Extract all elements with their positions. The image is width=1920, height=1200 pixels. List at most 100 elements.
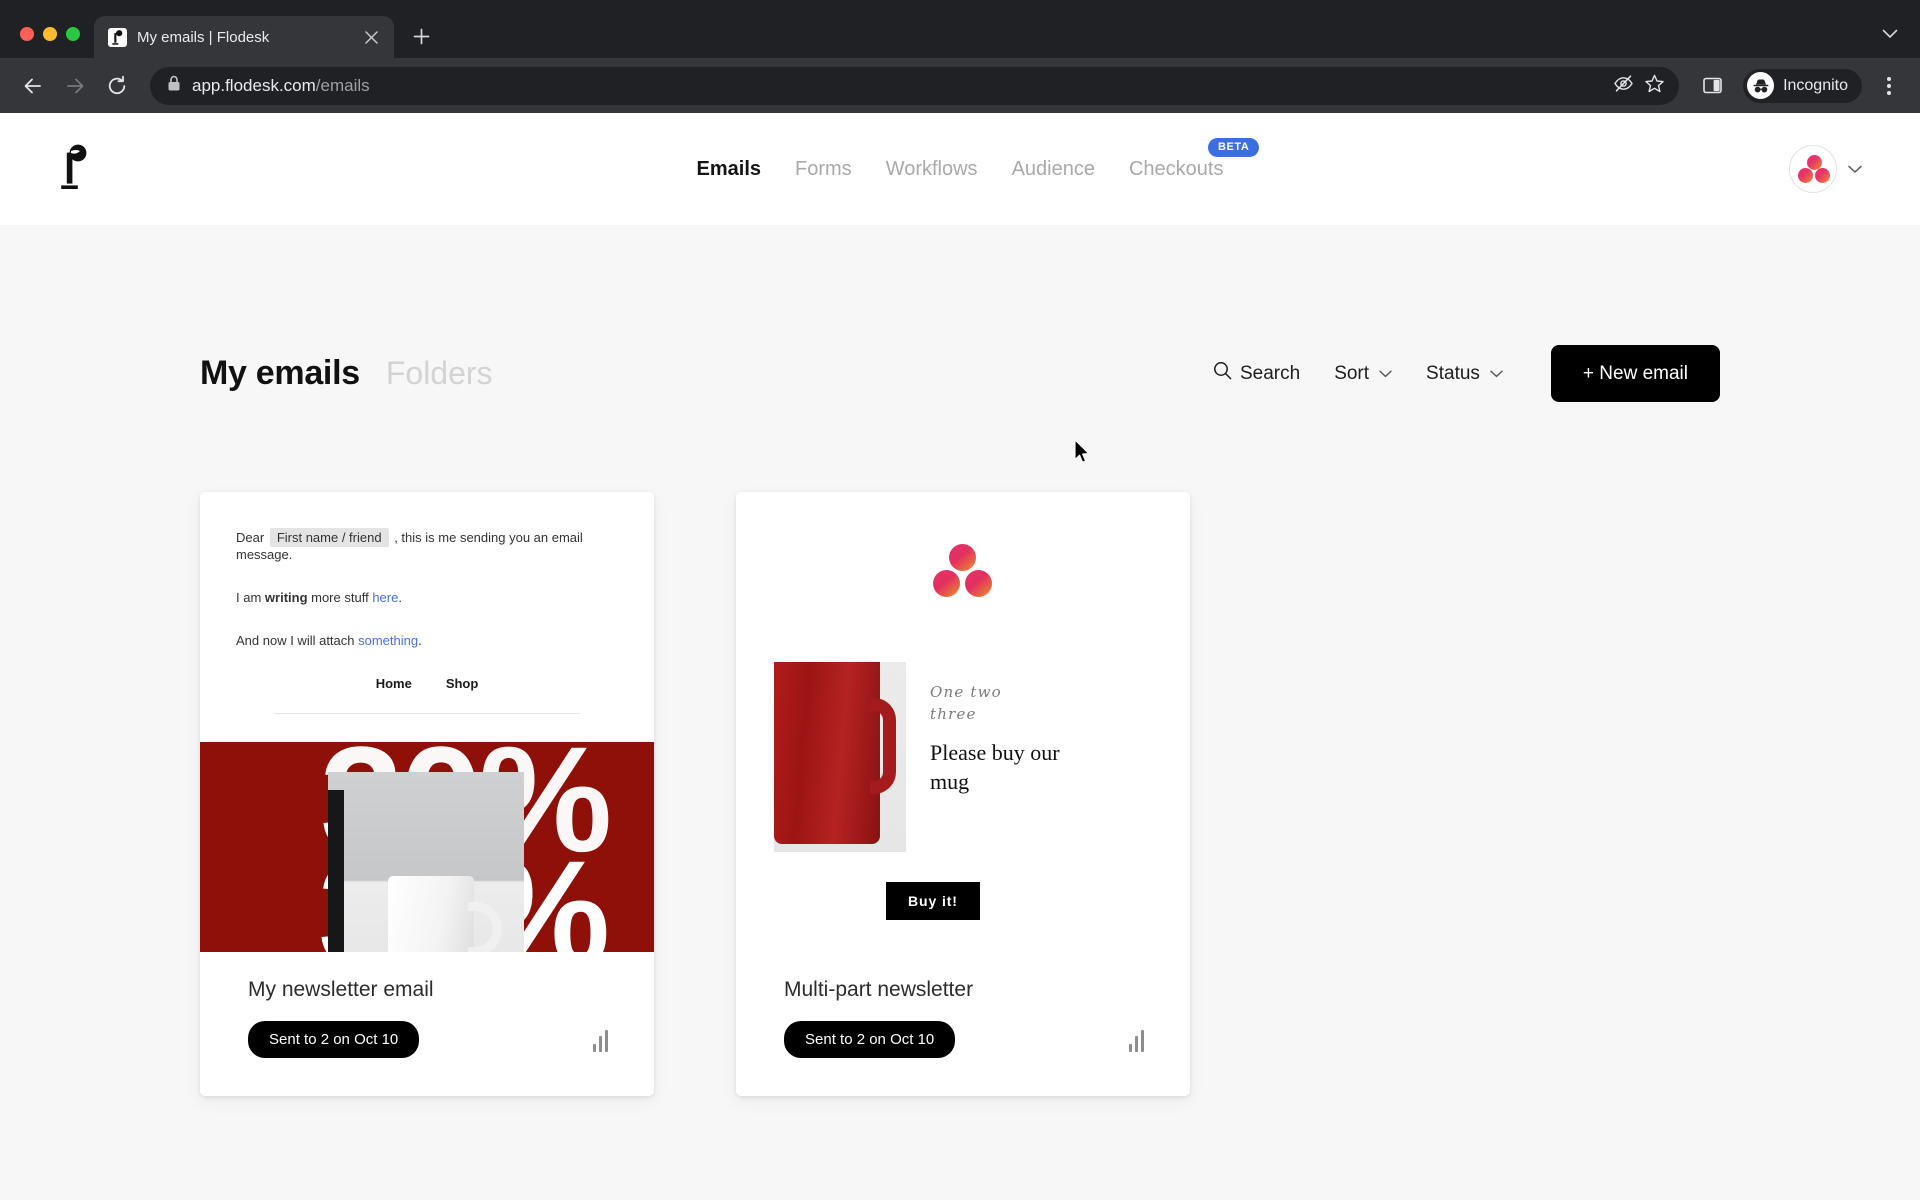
- email-card-footer: Multi-part newsletter Sent to 2 on Oct 1…: [736, 952, 1190, 1096]
- page-tabs: My emails Folders: [200, 354, 493, 393]
- white-mug: [388, 875, 474, 952]
- eye-off-icon[interactable]: [1613, 73, 1634, 99]
- chevron-down-icon[interactable]: [1882, 27, 1920, 58]
- page-title: My emails: [200, 354, 360, 392]
- back-arrow-icon[interactable]: [14, 67, 52, 105]
- nav-item-checkouts[interactable]: Checkouts BETA: [1128, 137, 1260, 181]
- search-icon: [1213, 361, 1232, 386]
- close-window-button[interactable]: [20, 27, 34, 41]
- chevron-down-icon: [1490, 367, 1503, 381]
- bar-chart-icon[interactable]: [593, 1030, 608, 1052]
- close-icon[interactable]: [360, 26, 382, 48]
- email-card[interactable]: One two three Please buy our mug Buy it!…: [736, 492, 1190, 1096]
- maximize-window-button[interactable]: [66, 27, 80, 41]
- new-email-button[interactable]: + New email: [1550, 345, 1720, 402]
- email-card-footer: My newsletter email Sent to 2 on Oct 10: [200, 952, 654, 1096]
- address-bar[interactable]: app.flodesk.com/emails: [150, 66, 1680, 105]
- account-menu[interactable]: [1789, 145, 1862, 193]
- search-label: Search: [1239, 362, 1301, 384]
- incognito-indicator[interactable]: Incognito: [1743, 68, 1862, 103]
- product-preview-body: One two three Please buy our mug Buy it!: [736, 492, 1190, 952]
- mouse-pointer-icon: [1074, 439, 1094, 471]
- kebab-menu-icon[interactable]: [1872, 69, 1906, 103]
- page-toolbar: Search Sort Status + New email: [1213, 345, 1720, 402]
- preview-nav-shop[interactable]: Shop: [446, 676, 479, 691]
- mug-handle: [468, 901, 502, 952]
- lock-icon: [167, 75, 181, 97]
- line3-prefix: And now I will attach: [236, 632, 359, 648]
- preview-nav-home[interactable]: Home: [376, 676, 412, 691]
- bar-chart-icon[interactable]: [1129, 1030, 1144, 1052]
- email-card-grid: Dear First name / friend , this is me se…: [200, 492, 1720, 1096]
- script-subheading: One two three: [930, 683, 1002, 723]
- nav-item-emails[interactable]: Emails: [697, 158, 761, 181]
- line2-end: .: [398, 589, 402, 605]
- product-columns: One two three Please buy our mug: [736, 662, 1190, 852]
- merge-tag: First name / friend: [269, 528, 389, 547]
- app-header: Emails Forms Workflows Audience Checkout…: [0, 113, 1920, 225]
- email-preview[interactable]: Dear First name / friend , this is me se…: [200, 492, 654, 952]
- main-navigation: Emails Forms Workflows Audience Checkout…: [0, 113, 1920, 225]
- line2-link[interactable]: here: [372, 590, 398, 605]
- main-content: My emails Folders Search Sort Status + N…: [0, 225, 1920, 1096]
- line2-bold: writing: [264, 589, 308, 605]
- banner-photo: [328, 771, 524, 952]
- avatar-dot: [1815, 168, 1830, 183]
- tab-title: My emails | Flodesk: [137, 28, 270, 46]
- flodesk-logo[interactable]: [58, 144, 118, 194]
- line3-end: .: [418, 632, 422, 648]
- plus-icon[interactable]: [404, 19, 438, 53]
- email-card-title: Multi-part newsletter: [784, 978, 974, 1001]
- status-badge[interactable]: Sent to 2 on Oct 10: [784, 1021, 956, 1058]
- search-button[interactable]: Search: [1213, 361, 1300, 386]
- side-panel-icon[interactable]: [1693, 67, 1731, 105]
- avatar[interactable]: [1789, 145, 1837, 193]
- line2-prefix: I am: [236, 589, 265, 605]
- logo-dot: [933, 570, 960, 597]
- email-preview[interactable]: One two three Please buy our mug Buy it!: [736, 492, 1190, 952]
- logo-dot: [949, 544, 976, 571]
- browser-window: My emails | Flodesk app.flodesk.com/emai…: [0, 0, 1920, 1200]
- preview-line-2: I am writing more stuff here.: [236, 590, 618, 607]
- status-label: Status: [1426, 362, 1480, 384]
- chevron-down-icon: [1379, 367, 1392, 381]
- newsletter-preview-body: Dear First name / friend , this is me se…: [200, 492, 654, 714]
- status-badge[interactable]: Sent to 2 on Oct 10: [248, 1021, 420, 1058]
- forward-arrow-icon[interactable]: [56, 67, 94, 105]
- nav-item-audience[interactable]: Audience: [1012, 158, 1095, 181]
- mug-photo: [774, 662, 906, 852]
- reload-icon[interactable]: [98, 67, 136, 105]
- greeting-prefix: Dear: [236, 530, 265, 545]
- flodesk-favicon: [108, 27, 127, 47]
- email-card[interactable]: Dear First name / friend , this is me se…: [200, 492, 654, 1096]
- red-mug: [774, 662, 880, 844]
- sort-dropdown[interactable]: Sort: [1334, 363, 1392, 385]
- red-mug-handle: [870, 698, 896, 794]
- nav-item-workflows[interactable]: Workflows: [886, 158, 978, 181]
- product-text: One two three Please buy our mug: [930, 662, 1062, 852]
- preview-nav: Home Shop: [236, 676, 618, 691]
- nav-item-checkouts-label: Checkouts: [1128, 157, 1224, 180]
- tab-folders[interactable]: Folders: [386, 355, 493, 392]
- tab-strip: My emails | Flodesk: [0, 0, 1920, 58]
- status-dropdown[interactable]: Status: [1426, 363, 1503, 385]
- avatar-dot: [1798, 168, 1813, 183]
- minimize-window-button[interactable]: [43, 27, 57, 41]
- buy-button[interactable]: Buy it!: [886, 882, 980, 920]
- chevron-down-icon[interactable]: [1848, 163, 1862, 176]
- page-header: My emails Folders Search Sort Status + N…: [200, 225, 1720, 402]
- star-icon[interactable]: [1644, 73, 1665, 99]
- incognito-label: Incognito: [1783, 76, 1848, 94]
- line2-mid: more stuff: [307, 589, 373, 605]
- beta-badge: BETA: [1207, 137, 1260, 157]
- product-headline: Please buy our mug: [930, 739, 1060, 795]
- window-controls: [14, 27, 94, 58]
- preview-banner-image: 30% 30%: [200, 741, 654, 952]
- divider: [274, 712, 580, 714]
- page-viewport: Emails Forms Workflows Audience Checkout…: [0, 113, 1920, 1200]
- nav-item-forms[interactable]: Forms: [795, 158, 852, 181]
- preview-line-3: And now I will attach something.: [236, 633, 618, 650]
- logo-dot: [965, 570, 992, 597]
- line3-link[interactable]: something: [358, 633, 418, 648]
- browser-tab[interactable]: My emails | Flodesk: [94, 16, 394, 58]
